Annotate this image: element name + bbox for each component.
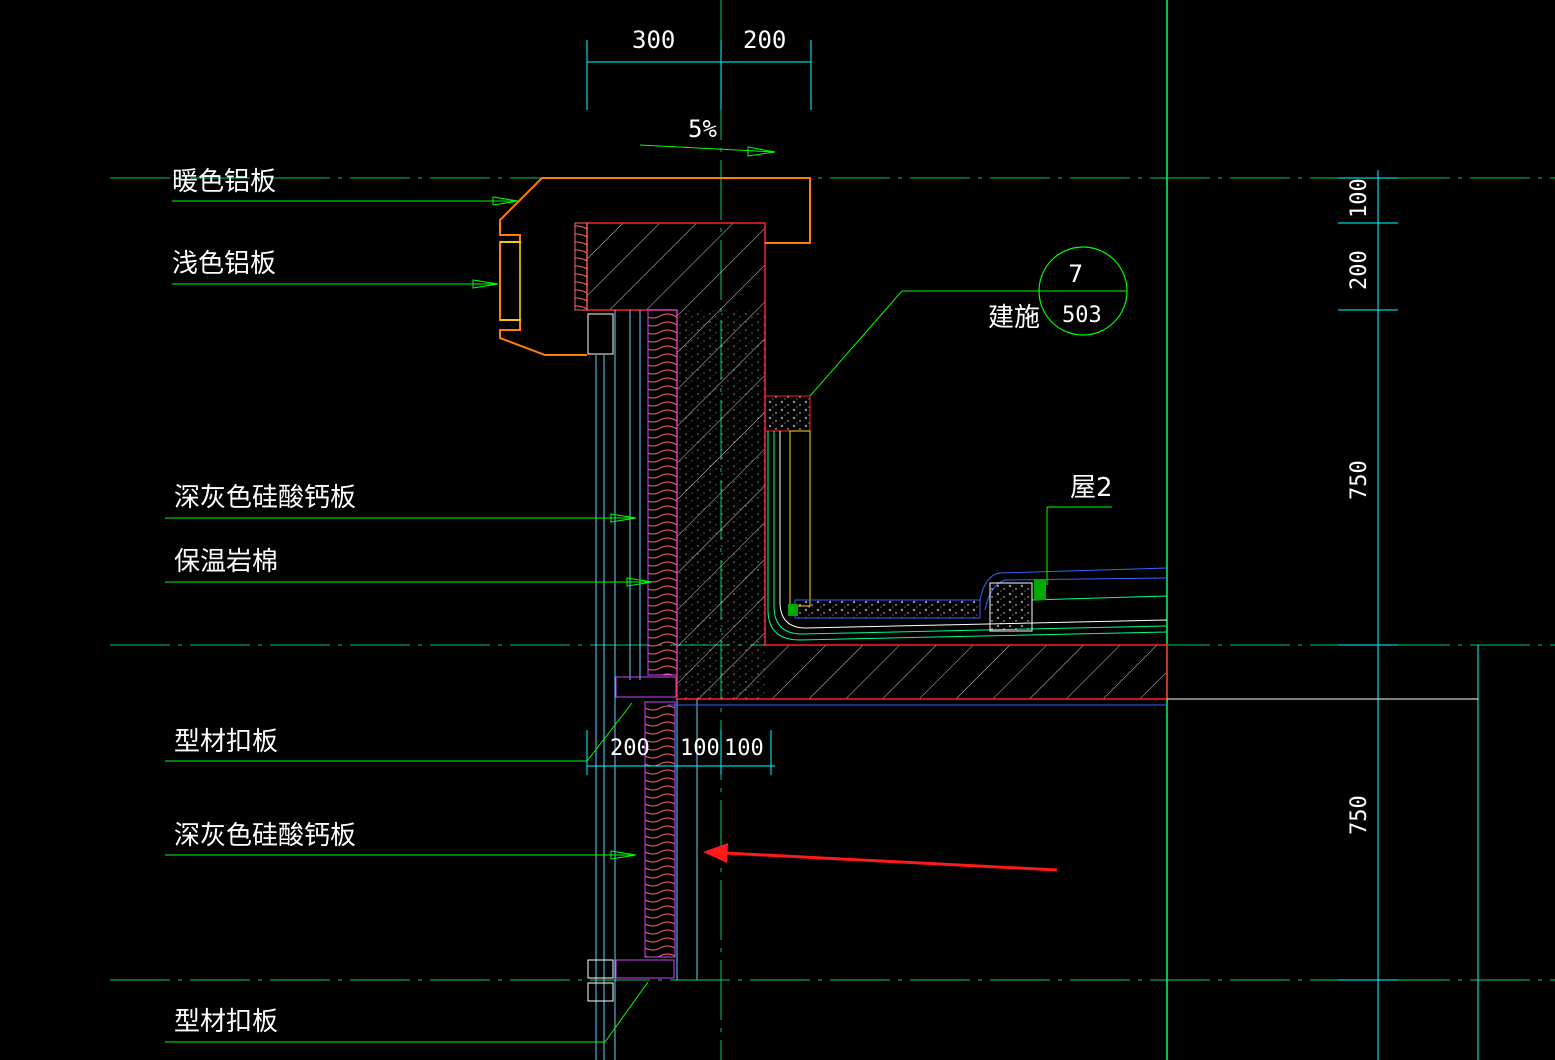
slope-label: 5% — [688, 115, 717, 143]
label-profile-cover-1: 型材扣板 — [174, 727, 278, 757]
label-profile-cover-2: 型材扣板 — [174, 1007, 278, 1037]
label-light-aluminum: 浅色铝板 — [172, 249, 276, 279]
label-dark-gray-board-2: 深灰色硅酸钙板 — [174, 821, 356, 851]
roof-tag: 屋2 — [1070, 473, 1113, 503]
label-warm-aluminum: 暖色铝板 — [172, 167, 276, 197]
dim-bottom-100-b: 100 — [724, 736, 764, 761]
dim-top-200: 200 — [743, 26, 786, 54]
cad-drawing-canvas: 300 200 5% 7 503 建施 屋2 暖色铝板 浅色铝板 深灰色硅酸钙板… — [110, 0, 1555, 1060]
dim-top-300: 300 — [632, 26, 675, 54]
roof-tag-leader — [1046, 506, 1112, 585]
callout-prefix: 建施 — [988, 303, 1040, 333]
insulation-rock-wool-upper — [647, 309, 678, 676]
warm-aluminum-coping — [499, 177, 587, 356]
dim-bottom-100-a: 100 — [680, 736, 720, 761]
label-insulation: 保温岩棉 — [174, 547, 278, 577]
callout-sheet: 503 — [1062, 303, 1102, 328]
light-aluminum-profile — [500, 241, 521, 321]
slope-arrow — [639, 144, 776, 157]
dim-bottom-200: 200 — [610, 736, 650, 761]
dim-right-200: 200 — [1347, 250, 1372, 290]
dim-right-100: 100 — [1347, 178, 1372, 218]
callout-number: 7 — [1068, 260, 1083, 288]
label-leaders — [165, 196, 653, 1043]
insulation-cap — [574, 222, 588, 311]
annotation-arrow — [703, 843, 1058, 872]
right-dimension — [1167, 170, 1479, 1060]
dim-right-750-lower: 750 — [1347, 795, 1372, 835]
label-dark-gray-board-1: 深灰色硅酸钙板 — [174, 483, 356, 513]
dim-right-750-upper: 750 — [1347, 460, 1372, 500]
roof-build-up — [764, 395, 1168, 641]
